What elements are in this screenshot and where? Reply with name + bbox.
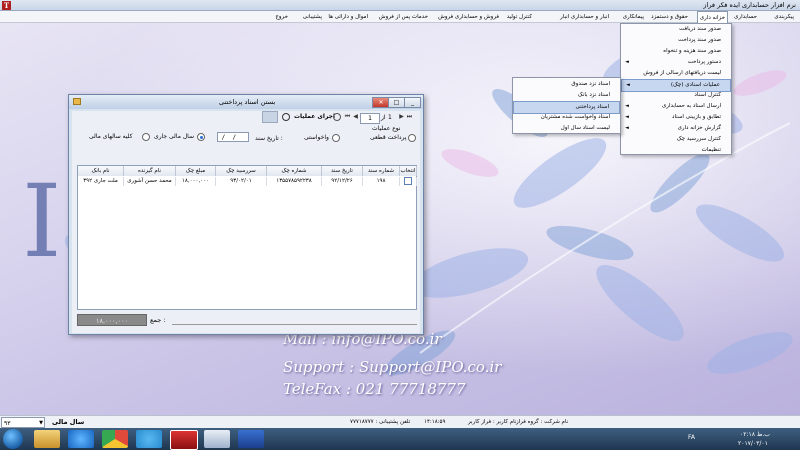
checks-submenu: اسناد نزد صندوق اسناد نزد بانک اسناد پرد…	[512, 77, 621, 134]
menu-item-reconcile[interactable]: تطابق و بازبینی اسناد ◄	[621, 112, 731, 123]
run-operation-button[interactable]: اجرای عملیات	[294, 113, 335, 120]
maximize-button[interactable]: □	[388, 97, 405, 108]
app-title: نرم افزار حسابداری ایده فکر فراز	[703, 1, 796, 9]
cell-doc-date: ۹۲/۱۲/۲۶	[322, 177, 363, 186]
submenu-item-cash-docs[interactable]: اسناد نزد صندوق	[513, 79, 620, 90]
close-payable-docs-dialog: بستن اسناد پرداختنی ✕ □ _ اجرای عملیات ⏮…	[68, 94, 424, 335]
submenu-item-first-year-docs[interactable]: لیست اسناد سال اول	[513, 123, 620, 134]
ie-icon[interactable]	[68, 430, 94, 448]
cell-payee: محمد حسن آشوری	[124, 177, 176, 186]
menu-item-doc-control[interactable]: کنترل اسناد	[621, 90, 731, 101]
accounting-app-icon[interactable]	[170, 430, 198, 450]
explorer-icon[interactable]	[34, 430, 60, 448]
menu-item-sales-receipts[interactable]: لیست دریافتهای ارسالی از فروش	[621, 68, 731, 79]
contact-support: Support : Support@IPO.co.ir	[283, 358, 502, 376]
doc-date-input[interactable]	[217, 132, 249, 142]
clock-date[interactable]: ۲۰۱۷/۰۳/۰۱	[738, 440, 768, 447]
menu-support[interactable]: پشتیبانی	[301, 11, 324, 23]
pager-of-label: از	[381, 114, 386, 121]
menu-sales[interactable]: فروش و حسابداری فروش	[436, 11, 501, 23]
checkbox-icon	[404, 177, 412, 185]
menu-accounting[interactable]: حسابداری	[732, 11, 759, 23]
cell-doc-number: ۱۹۸	[363, 177, 400, 186]
menu-after-sales[interactable]: خدمات پس از فروش	[377, 11, 430, 23]
submenu-item-protested-docs[interactable]: اسناد واخواست شده مشتریان	[513, 112, 620, 123]
start-button[interactable]	[3, 429, 23, 449]
prev-page-icon[interactable]: ◀	[352, 113, 359, 121]
menu-item-expense-doc[interactable]: صدور سند هزینه و تنخواه	[621, 46, 731, 57]
treasury-menu: صدور سند دریافت صدور سند پرداخت صدور سند…	[620, 23, 732, 155]
submenu-item-bank-docs[interactable]: اسناد نزد بانک	[513, 90, 620, 101]
chevron-left-icon: ◄	[625, 114, 629, 120]
cell-bank: ملت جاری ۳۹۲	[78, 177, 124, 186]
all-years-label: کلیه سالهای مالی	[89, 133, 133, 140]
paint-icon[interactable]	[204, 430, 230, 448]
telegram-icon[interactable]	[136, 430, 162, 448]
total-divider	[172, 324, 417, 325]
radio-all-years[interactable]	[142, 133, 150, 141]
dialog-title: بستن اسناد پرداختنی	[219, 98, 276, 106]
chevron-left-icon: ◄	[625, 103, 629, 109]
dialog-titlebar[interactable]: بستن اسناد پرداختنی ✕ □ _	[69, 95, 423, 109]
current-year-label: سال مالی جاری	[154, 133, 195, 140]
total-amount: ۱۸,۰۰۰,۰۰۰	[77, 314, 147, 326]
contact-telefax: TeleFax : 021 77718777	[283, 380, 466, 398]
chevron-left-icon: ◄	[625, 59, 629, 65]
language-indicator[interactable]: FA	[688, 434, 695, 441]
cell-amount: ۱۸,۰۰۰,۰۰۰	[176, 177, 216, 186]
payable-checks-table: انتخاب شماره سند تاریخ سند شماره چک سررس…	[77, 165, 417, 310]
clock-time[interactable]: ۰۲:۱۸ ب.ظ	[740, 431, 770, 438]
table-row[interactable]: ۱۹۸ ۹۲/۱۲/۲۶ ۱۳۵۵۷۸۵۹۲۲۳۸ ۹۳/۰۲/۰۱ ۱۸,۰۰…	[78, 166, 418, 187]
first-page-icon[interactable]: ⏮	[344, 113, 351, 121]
menu-exit[interactable]: خروج	[273, 11, 290, 23]
app-logo-icon: T	[2, 1, 11, 10]
doc-date-label: تاریخ سند :	[255, 135, 283, 142]
minimize-button[interactable]: _	[404, 97, 421, 108]
menu-payroll[interactable]: حقوق و دستمزد	[649, 11, 690, 23]
menu-contracting[interactable]: پیمانکاری	[621, 11, 646, 23]
cell-due-date: ۹۳/۰۲/۰۱	[216, 177, 267, 186]
menu-configuration[interactable]: پیکربندی	[772, 11, 796, 23]
page-number-input[interactable]	[360, 113, 380, 124]
cell-check-number: ۱۳۵۵۷۸۵۹۲۲۳۸	[267, 177, 322, 186]
menu-item-receipt-doc[interactable]: صدور سند دریافت	[621, 24, 731, 35]
radio-protested[interactable]	[332, 134, 340, 142]
last-page-icon[interactable]: ⏭	[406, 113, 413, 121]
chrome-icon[interactable]	[102, 430, 128, 448]
fiscal-year-select[interactable]: ۹۳ ▼	[1, 417, 45, 428]
protested-label: واخواستی	[304, 134, 329, 141]
word-icon[interactable]	[238, 430, 264, 448]
menu-item-payment-doc[interactable]: صدور سند پرداخت	[621, 35, 731, 46]
menu-item-send-to-accounting[interactable]: ارسال اسناد به حسابداری ◄	[621, 101, 731, 112]
menu-item-payment-order[interactable]: دستور پرداخت ◄	[621, 57, 731, 68]
menu-item-settings[interactable]: تنظیمات	[621, 145, 731, 156]
menu-inventory[interactable]: انبار و حسابداری انبار	[558, 11, 611, 23]
radio-final-payment[interactable]	[408, 134, 416, 142]
menubar: پیکربندی حسابداری خزانه داری حقوق و دستم…	[0, 11, 800, 24]
next-page-icon[interactable]: ▶	[398, 113, 405, 121]
row-select-checkbox[interactable]	[400, 177, 417, 186]
dialog-body: اجرای عملیات ⏮ ◀ از 1 ▶ ⏭ نوع عملیات پرد…	[72, 111, 420, 333]
search-icon[interactable]	[282, 113, 290, 121]
refresh-icon[interactable]	[333, 113, 341, 121]
windows-taskbar: FA ۰۲:۱۸ ب.ظ ۲۰۱۷/۰۳/۰۱	[0, 428, 800, 450]
pager-total: 1	[388, 114, 392, 121]
settings-icon[interactable]	[262, 111, 278, 123]
radio-current-year[interactable]	[197, 133, 205, 141]
menu-item-treasury-report[interactable]: گزارش خزانه داری ◄	[621, 123, 731, 134]
total-label: جمع :	[150, 316, 166, 324]
final-payment-label: پرداخت قطعی	[370, 134, 407, 141]
menu-production[interactable]: کنترل تولید	[505, 11, 534, 23]
background-letter: I	[22, 163, 62, 280]
statusbar: ۹۳ ▼ سال مالی نام شرکت : گروه فراز نام ک…	[0, 415, 800, 428]
chevron-left-icon: ◄	[625, 125, 629, 131]
operation-type-label: نوع عملیات	[372, 125, 401, 132]
menu-item-check-due-control[interactable]: کنترل سررسید چک	[621, 134, 731, 145]
menu-assets[interactable]: اموال و دارائی ها	[326, 11, 370, 23]
folder-icon	[73, 98, 81, 105]
app-titlebar: T نرم افزار حسابداری ایده فکر فراز	[0, 0, 800, 11]
